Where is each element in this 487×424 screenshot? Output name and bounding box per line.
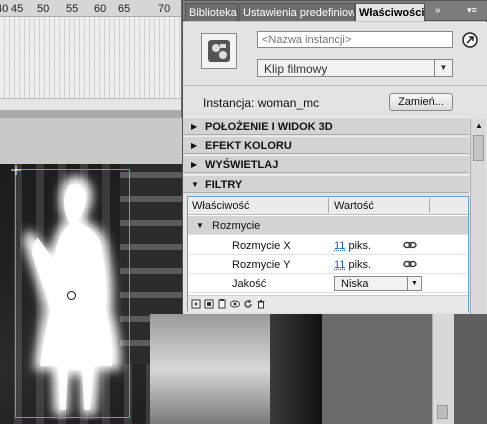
ruler-number: 55 <box>66 3 78 15</box>
transform-crosshair-icon <box>11 165 21 175</box>
instance-value: woman_mc <box>258 96 319 110</box>
timeline: 40 45 50 55 60 65 70 <box>0 0 181 110</box>
blur-y-value: 11 piks. <box>334 259 371 271</box>
instance-name-input[interactable] <box>257 31 453 48</box>
filter-row-quality: Jakość Niska ▼ <box>188 274 468 293</box>
timeline-scrollbar[interactable] <box>0 98 181 110</box>
movieclip-symbol-icon <box>201 33 237 69</box>
ruler-number: 70 <box>158 3 170 15</box>
ruler-number: 50 <box>37 3 49 15</box>
timeline-ruler[interactable]: 40 45 50 55 60 65 70 <box>0 0 181 17</box>
ruler-number: 60 <box>94 3 106 15</box>
section-display[interactable]: ▶ WYŚWIETLAJ <box>183 155 469 173</box>
movieclip-glyph-icon <box>208 40 230 62</box>
symbol-type-value: Klip filmowy <box>264 62 327 76</box>
panel-tabbar: Biblioteka Ustawienia predefiniow Właści… <box>183 1 487 21</box>
ruler-number: 45 <box>11 3 23 15</box>
visibility-eye-icon[interactable] <box>230 299 240 309</box>
registration-point[interactable] <box>67 291 76 300</box>
chevron-right-icon: ▶ <box>191 141 197 150</box>
stage-pasteboard <box>0 118 185 164</box>
clipboard-icon[interactable] <box>217 299 227 309</box>
quality-label: Jakość <box>232 278 266 290</box>
properties-panel: Biblioteka Ustawienia predefiniow Właści… <box>182 0 487 313</box>
panel-divider[interactable] <box>0 110 181 118</box>
chevron-right-icon: ▶ <box>191 160 197 169</box>
quality-value: Niska <box>341 278 369 290</box>
link-chain-icon[interactable] <box>403 260 417 268</box>
swap-button[interactable]: Zamień... <box>389 93 453 111</box>
filter-group-blur[interactable]: ▼ Rozmycie <box>188 216 468 235</box>
filters-header: Właściwość Wartość <box>188 197 468 215</box>
reset-filter-icon[interactable] <box>243 299 253 309</box>
link-chain-icon[interactable] <box>403 241 417 249</box>
instance-row: Instancja: woman_mc Zamień... <box>183 85 487 115</box>
column-separator <box>328 198 329 213</box>
presets-icon[interactable] <box>204 299 214 309</box>
panel-body: Klip filmowy ▼ Instancja: woman_mc Zamie… <box>183 22 487 314</box>
add-filter-icon[interactable] <box>191 299 201 309</box>
blur-y-input[interactable]: 11 <box>334 259 345 271</box>
chevron-down-icon[interactable]: ▼ <box>196 221 204 230</box>
filter-row-blur-x: Rozmycie X 11 piks. <box>188 236 468 255</box>
timeline-frames[interactable] <box>0 18 181 98</box>
panel-scrollbar-thumb[interactable] <box>473 135 484 161</box>
symbol-type-select[interactable]: Klip filmowy ▼ <box>257 59 453 77</box>
blur-x-label: Rozmycie X <box>232 240 291 252</box>
filters-toolbar <box>188 295 468 312</box>
section-position-3d[interactable]: ▶ POŁOŻENIE I WIDOK 3D <box>183 117 469 135</box>
filter-row-blur-y: Rozmycie Y 11 piks. <box>188 255 468 274</box>
blur-y-label: Rozmycie Y <box>232 259 290 271</box>
panel-scrollbar[interactable]: ▲ <box>470 119 486 314</box>
blur-x-input[interactable]: 11 <box>334 240 345 252</box>
quality-select[interactable]: Niska ▼ <box>334 276 422 291</box>
blur-x-value: 11 piks. <box>334 240 371 252</box>
column-header-property[interactable]: Właściwość <box>192 200 249 212</box>
stage-scrollbar-thumb[interactable] <box>437 405 448 419</box>
instance-label: Instancja: woman_mc <box>203 96 319 110</box>
section-filters[interactable]: ▼ FILTRY <box>183 175 469 193</box>
ruler-number: 65 <box>118 3 130 15</box>
chevron-down-icon: ▼ <box>191 180 199 189</box>
edit-symbol-icon[interactable] <box>461 31 479 49</box>
scroll-up-icon[interactable]: ▲ <box>471 119 487 133</box>
chevron-down-icon: ▼ <box>434 60 452 76</box>
filters-table: Właściwość Wartość ▼ Rozmycie Rozmycie X… <box>187 196 469 312</box>
tab-presets[interactable]: Ustawienia predefiniow <box>239 3 355 21</box>
panel-menu-icon[interactable]: ▾≡ <box>459 5 485 18</box>
chevron-down-icon: ▼ <box>407 277 421 290</box>
chevron-right-icon: ▶ <box>191 122 197 131</box>
column-header-value[interactable]: Wartość <box>334 200 374 212</box>
delete-filter-icon[interactable] <box>256 299 266 309</box>
column-separator <box>429 198 430 213</box>
ruler-number: 40 <box>0 3 8 15</box>
tab-properties[interactable]: Właściwości <box>355 3 425 21</box>
more-tabs-icon[interactable]: » <box>435 5 441 16</box>
tab-library[interactable]: Biblioteka <box>185 3 238 21</box>
filter-group-label: Rozmycie <box>212 220 260 232</box>
section-color-effect[interactable]: ▶ EFEKT KOLORU <box>183 136 469 154</box>
